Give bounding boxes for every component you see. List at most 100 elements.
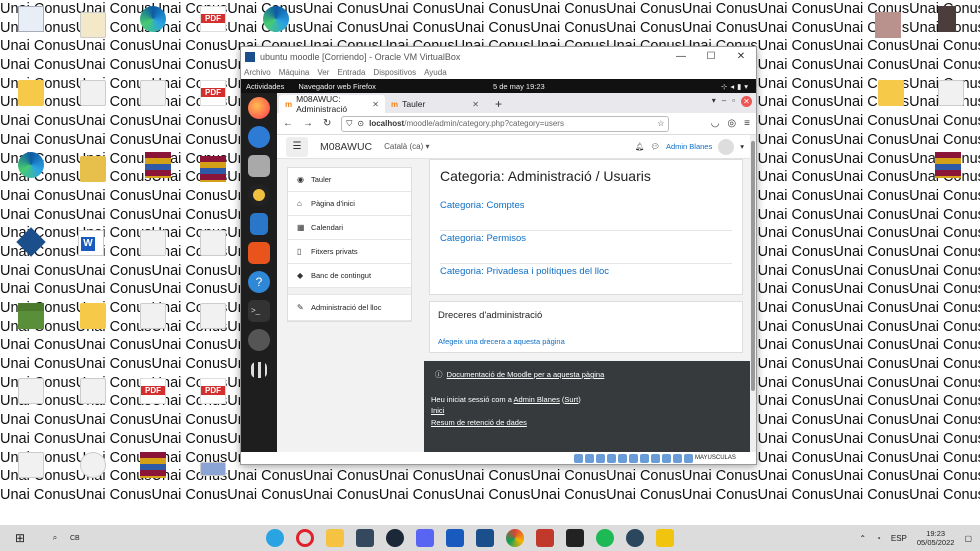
ubuntu-clock[interactable]: 5 de may 19:23	[493, 82, 545, 91]
desktop-file-icon[interactable]	[140, 303, 166, 329]
firefox-window[interactable]: m M08AWUC: Administració ✕ m Tauler ✕ + …	[277, 93, 756, 452]
winrar-icon[interactable]	[140, 452, 166, 478]
menu-ver[interactable]: Ver	[317, 68, 329, 77]
pdf-file-icon[interactable]	[200, 6, 226, 32]
folder-icon[interactable]	[878, 80, 904, 106]
menu-icon[interactable]: ≡	[744, 118, 750, 129]
pdf-file-icon[interactable]	[140, 378, 166, 404]
keyboard-icon[interactable]	[684, 453, 693, 463]
back-icon[interactable]: ←	[283, 118, 293, 129]
edge-icon[interactable]	[263, 6, 289, 32]
system-tray-icons[interactable]: ⊹◂▮▾	[721, 82, 751, 91]
desktop-file-icon[interactable]	[200, 230, 226, 256]
menu-archivo[interactable]: Archivo	[244, 68, 271, 77]
optical-drive-icon[interactable]	[585, 453, 594, 463]
epic-taskbar-icon[interactable]	[566, 529, 584, 547]
virtualbox-window[interactable]: ubuntu moodle [Corriendo] - Oracle VM Vi…	[240, 46, 757, 465]
opera-taskbar-icon[interactable]	[296, 529, 314, 547]
audio-icon[interactable]	[596, 453, 605, 463]
menu-entrada[interactable]: Entrada	[337, 68, 365, 77]
pocket-icon[interactable]: ◡	[711, 118, 720, 129]
steam-taskbar-icon[interactable]	[626, 529, 644, 547]
add-shortcut-link[interactable]: Afegeix una drecera a aquesta pàgina	[438, 337, 565, 346]
menu-dispositivos[interactable]: Dispositivos	[373, 68, 416, 77]
edge-icon[interactable]	[18, 152, 44, 178]
menu-maquina[interactable]: Máquina	[279, 68, 310, 77]
moodle-docs-link[interactable]: Documentació de Moodle per a aquesta pàg…	[447, 370, 605, 379]
shared-folder-icon[interactable]	[629, 453, 638, 463]
steam-taskbar-icon[interactable]	[386, 529, 404, 547]
data-retention-link[interactable]: Resum de retenció de dades	[431, 418, 527, 427]
pdf-file-icon[interactable]	[200, 80, 226, 106]
avatar[interactable]	[718, 138, 735, 155]
desktop-file-icon[interactable]	[140, 230, 166, 256]
pdf-file-icon[interactable]	[200, 378, 226, 404]
minecraft-icon[interactable]	[18, 303, 44, 329]
guest-screen[interactable]: Actividades Navegador web Firefox 5 de m…	[241, 79, 756, 452]
reload-icon[interactable]: ↻	[323, 118, 331, 129]
page-scrollbar[interactable]	[750, 135, 756, 452]
desktop-file-icon[interactable]	[80, 80, 106, 106]
terminal-dock-icon[interactable]: >_	[248, 300, 270, 322]
chevron-up-icon[interactable]: ⌃	[859, 534, 866, 543]
tab-admin[interactable]: m M08AWUC: Administració ✕	[279, 94, 385, 114]
activities-button[interactable]: Actividades	[246, 82, 284, 91]
menu-toggle-button[interactable]: ☰	[286, 136, 308, 157]
recycle-bin-icon[interactable]	[18, 6, 44, 32]
close-window-icon[interactable]: ✕	[741, 96, 752, 107]
word-taskbar-icon[interactable]	[446, 529, 464, 547]
desktop-file-icon[interactable]	[80, 12, 106, 38]
mouse-integration-icon[interactable]	[673, 453, 682, 463]
desktop-file-icon[interactable]	[938, 80, 964, 106]
discord-taskbar-icon[interactable]	[416, 529, 434, 547]
app-menu-label[interactable]: Navegador web Firefox	[298, 82, 376, 91]
software-dock-icon[interactable]	[248, 242, 270, 264]
cpu-icon[interactable]	[662, 453, 671, 463]
winrar-icon[interactable]	[200, 156, 226, 182]
network-icon[interactable]	[607, 453, 616, 463]
nav-item-site-admin[interactable]: ✎ Administració del lloc	[288, 295, 411, 321]
vbox-titlebar[interactable]: ubuntu moodle [Corriendo] - Oracle VM Vi…	[241, 47, 756, 66]
taskbar-cb-label[interactable]: CB	[70, 535, 260, 542]
winrar-icon[interactable]	[935, 152, 961, 178]
app-taskbar-icon[interactable]	[356, 529, 374, 547]
lang-indicator[interactable]: ESP	[891, 534, 907, 543]
usb-icon[interactable]	[618, 453, 627, 463]
lock-icon[interactable]: ⊙	[357, 119, 364, 128]
close-tab-icon[interactable]: ✕	[372, 100, 379, 109]
shield-icon[interactable]: ⛉	[346, 119, 352, 129]
desktop-file-icon[interactable]	[18, 378, 44, 404]
bookmark-star-icon[interactable]: ☆	[657, 119, 664, 128]
list-tabs-icon[interactable]: ▾	[712, 96, 716, 107]
chevron-down-icon[interactable]: ▾	[740, 142, 744, 151]
app-taskbar-icon[interactable]	[656, 529, 674, 547]
edge-taskbar-icon[interactable]	[266, 529, 284, 547]
desktop-file-icon[interactable]	[80, 378, 106, 404]
scrollbar-thumb[interactable]	[751, 141, 755, 391]
logged-user-link[interactable]: Admin Blanes	[514, 395, 560, 404]
forward-icon[interactable]: →	[303, 118, 313, 129]
windows-start-icon[interactable]: ⊞	[0, 531, 40, 545]
new-tab-button[interactable]: +	[495, 95, 502, 113]
maximize-icon[interactable]: ☐	[696, 51, 726, 62]
folder-icon[interactable]	[80, 156, 106, 182]
explorer-taskbar-icon[interactable]	[326, 529, 344, 547]
menu-ayuda[interactable]: Ayuda	[424, 68, 447, 77]
user-menu[interactable]: 🔔︎ 💬︎ Admin Blanes ▾	[635, 138, 756, 155]
thunderbird-dock-icon[interactable]	[248, 126, 270, 148]
help-dock-icon[interactable]: ?	[248, 271, 270, 293]
tab-tauler[interactable]: m Tauler ✕	[385, 95, 485, 113]
edge-icon[interactable]	[140, 6, 166, 32]
nav-item-calendar[interactable]: ▦ Calendari	[288, 216, 411, 240]
folder-icon[interactable]	[18, 80, 44, 106]
desktop-file-icon[interactable]	[18, 452, 44, 478]
display-icon[interactable]	[640, 453, 649, 463]
category-link-comptes[interactable]: Categoria: Comptes	[440, 198, 732, 231]
category-link-permisos[interactable]: Categoria: Permisos	[440, 231, 732, 264]
desktop-file-icon[interactable]	[200, 462, 226, 476]
folder-icon[interactable]	[80, 303, 106, 329]
taskbar-clock[interactable]: 19:23 05/05/2022	[917, 529, 955, 547]
site-name[interactable]: M08AWUC	[320, 141, 372, 153]
firefox-dock-icon[interactable]	[248, 97, 270, 119]
virtualbox-taskbar-icon[interactable]	[476, 529, 494, 547]
